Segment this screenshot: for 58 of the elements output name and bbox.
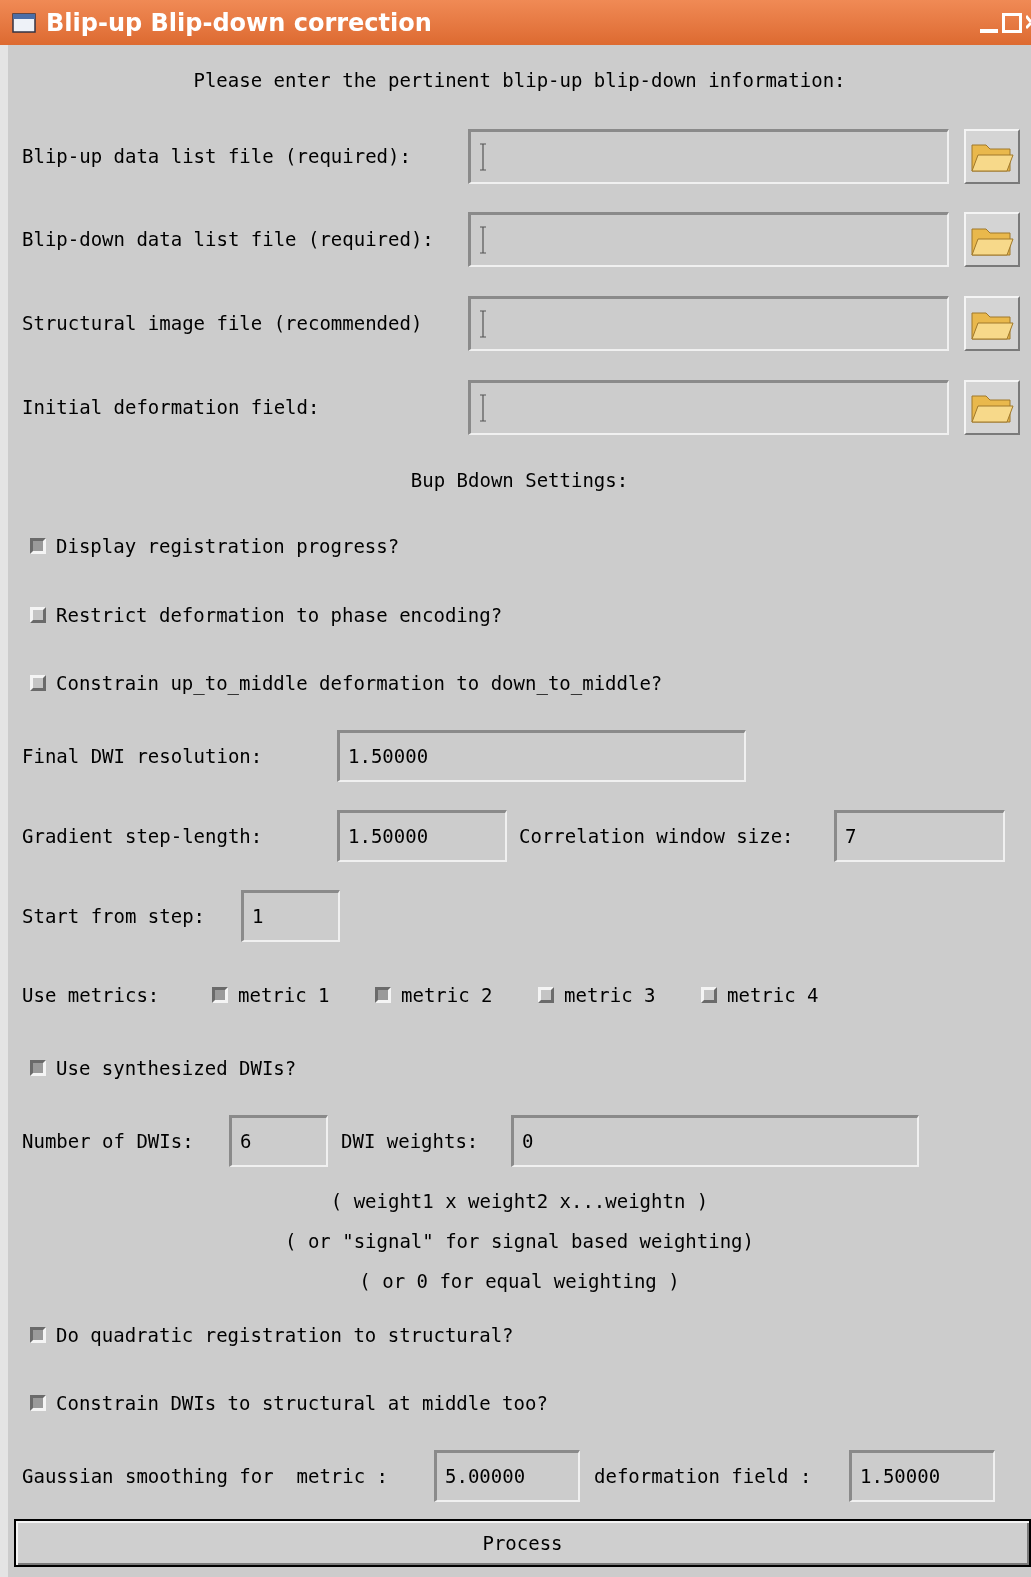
folder-button[interactable]: [964, 128, 1020, 184]
text-cursor-icon: [479, 142, 487, 171]
checkbox[interactable]: [30, 1395, 46, 1411]
label: Number of DWIs:: [22, 1128, 195, 1154]
label: Final DWI resolution:: [22, 743, 264, 769]
label: Initial deformation field:: [22, 394, 321, 420]
input-field[interactable]: [468, 296, 949, 351]
label: Blip-up data list file (required):: [22, 143, 412, 169]
checkbox[interactable]: [30, 1327, 46, 1343]
input-field[interactable]: 1: [241, 890, 340, 942]
label: Gradient step-length:: [22, 823, 264, 849]
checkbox[interactable]: [375, 987, 391, 1003]
checkbox-label: Display registration progress?: [56, 533, 400, 559]
hint-text: ( or 0 for equal weighting ): [359, 1268, 680, 1294]
checkbox-label: metric 4: [727, 982, 819, 1008]
hint-text: ( or "signal" for signal based weighting): [285, 1228, 754, 1254]
label: Structural image file (recommended): [22, 311, 424, 337]
text-cursor-icon: [479, 226, 487, 254]
label: Use metrics:: [22, 982, 161, 1008]
input-field[interactable]: 7: [834, 810, 1005, 862]
label: deformation field :: [594, 1463, 813, 1489]
section-heading: Bup Bdown Settings:: [410, 467, 629, 493]
label: Correlation window size:: [519, 823, 795, 849]
label: DWI weights:: [341, 1128, 480, 1154]
text-cursor-icon: [479, 393, 487, 422]
input-field[interactable]: [468, 128, 949, 184]
input-field[interactable]: [468, 212, 949, 267]
text-cursor-icon: [479, 310, 487, 338]
heading: Please enter the pertinent blip-up blip-down information:: [193, 67, 846, 93]
checkbox-label: metric 1: [238, 982, 330, 1008]
checkbox-label: metric 3: [564, 982, 656, 1008]
label: Blip-down data list file (required):: [22, 227, 435, 253]
maximize-button[interactable]: [1002, 12, 1022, 33]
folder-button[interactable]: [964, 212, 1020, 267]
checkbox[interactable]: [30, 538, 46, 554]
label: Gaussian smoothing for metric :: [22, 1463, 390, 1489]
input-field[interactable]: 1.50000: [337, 730, 746, 782]
input-field[interactable]: 6: [229, 1115, 328, 1167]
checkbox[interactable]: [212, 987, 228, 1003]
checkbox-label: Do quadratic registration to structural?: [56, 1322, 514, 1348]
input-field[interactable]: 1.50000: [337, 810, 507, 862]
input-field[interactable]: 0: [511, 1115, 919, 1167]
checkbox-label: Use synthesized DWIs?: [56, 1055, 297, 1081]
checkbox-label: metric 2: [401, 982, 493, 1008]
input-field[interactable]: 1.50000: [849, 1450, 995, 1502]
checkbox-label: Restrict deformation to phase encoding?: [56, 602, 503, 628]
input-field[interactable]: [468, 379, 949, 435]
folder-button[interactable]: [964, 379, 1020, 435]
checkbox-label: Constrain DWIs to structural at middle too?: [56, 1390, 548, 1416]
window-icon: [12, 12, 36, 33]
hint-text: ( weight1 x weight2 x...weightn ): [330, 1188, 709, 1214]
process-button[interactable]: Process: [14, 1519, 1031, 1567]
folder-button[interactable]: [964, 296, 1020, 351]
label: Start from step:: [22, 903, 207, 929]
checkbox[interactable]: [30, 1060, 46, 1076]
window-title: Blip-up Blip-down correction: [46, 7, 432, 39]
input-field[interactable]: 5.00000: [434, 1450, 580, 1502]
checkbox-label: Constrain up_to_middle deformation to down_to_middle?: [56, 670, 663, 697]
